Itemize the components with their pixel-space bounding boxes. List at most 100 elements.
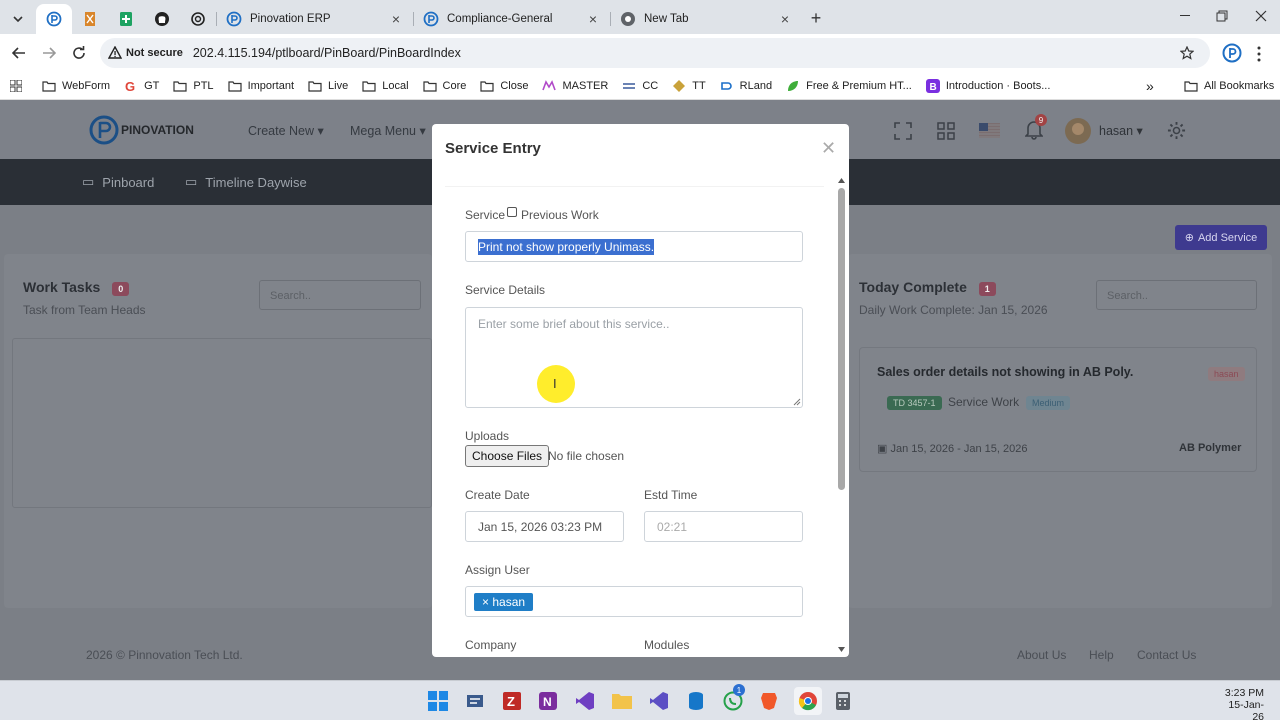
resize-handle-icon[interactable] <box>793 398 801 406</box>
tab-pinovation-erp[interactable]: Pinovation ERP × <box>216 4 413 34</box>
footer-contact-link[interactable]: Contact Us <box>1137 648 1196 662</box>
taskbar-whatsapp[interactable]: 1 <box>721 684 745 713</box>
work-tasks-search-input[interactable]: Search.. <box>259 280 421 310</box>
pinned-tab-sheets[interactable] <box>108 5 144 33</box>
bookmark-gt[interactable]: G GT <box>124 79 159 93</box>
bookmark-core[interactable]: Core <box>422 79 466 93</box>
brave-icon <box>761 693 777 710</box>
bookmark-important[interactable]: Important <box>227 79 294 93</box>
pinovation-extension-icon[interactable] <box>1222 43 1242 63</box>
bookmarks-overflow-button[interactable]: » <box>1146 78 1154 94</box>
start-button[interactable] <box>426 689 450 713</box>
bookmark-master[interactable]: MASTER <box>542 79 608 93</box>
work-tasks-card: Work Tasks 0 Task from Team Heads Search… <box>4 254 432 608</box>
pinned-tab-pinovation[interactable] <box>36 4 72 34</box>
modal-title: Service Entry <box>445 140 541 157</box>
taskbar-visual-studio[interactable] <box>573 689 597 713</box>
taskbar-brave[interactable] <box>757 689 781 713</box>
bookmark-live[interactable]: Live <box>308 79 348 93</box>
tab-close-icon[interactable]: × <box>778 11 792 27</box>
footer-help-link[interactable]: Help <box>1089 648 1114 662</box>
calendar-icon: ▣ <box>877 443 891 455</box>
scroll-up-icon[interactable] <box>837 176 846 184</box>
taskbar-filezilla[interactable]: Z <box>500 689 524 713</box>
bookmark-free-premium[interactable]: Free & Premium HT... <box>786 79 912 93</box>
taskbar-azure-data-studio[interactable] <box>684 689 708 713</box>
tab-close-icon[interactable]: × <box>586 11 600 27</box>
menu-mega-menu[interactable]: Mega Menu ▾ <box>350 123 426 138</box>
whatsapp-badge: 1 <box>733 684 745 696</box>
service-details-textarea[interactable]: Enter some brief about this service.. <box>465 307 803 408</box>
star-icon[interactable] <box>1180 46 1194 60</box>
pinned-tab-github[interactable] <box>144 5 180 33</box>
bookmark-introduction-bootstrap[interactable]: B Introduction · Boots... <box>925 78 1050 93</box>
taskbar-visual-studio-2[interactable] <box>647 689 671 713</box>
tab-new-tab[interactable]: New Tab × <box>610 4 802 34</box>
apps-grid-icon[interactable] <box>10 79 22 92</box>
tab-search-dropdown[interactable] <box>0 5 36 33</box>
fullscreen-icon[interactable] <box>894 122 912 140</box>
bookmark-cc[interactable]: CC <box>622 79 658 93</box>
scrollbar-thumb[interactable] <box>838 188 845 490</box>
url-text[interactable]: 202.4.115.194/ptlboard/PinBoard/PinBoard… <box>193 46 461 60</box>
gear-icon[interactable] <box>1167 121 1186 140</box>
taskbar-calculator[interactable] <box>831 689 855 713</box>
kebab-menu-icon[interactable] <box>1256 46 1262 62</box>
us-flag-icon[interactable] <box>979 123 1000 138</box>
bookmark-local[interactable]: Local <box>362 79 409 93</box>
system-clock[interactable]: 3:23 PM 15-Jan-26 <box>1218 687 1264 720</box>
today-complete-search-input[interactable]: Search.. <box>1096 280 1257 310</box>
pinned-tab-openai[interactable] <box>180 5 216 33</box>
create-date-label: Create Date <box>465 488 530 502</box>
bookmark-webform[interactable]: WebForm <box>42 79 110 93</box>
taskbar-chrome[interactable] <box>794 687 822 715</box>
tab-close-icon[interactable]: × <box>389 11 403 27</box>
user-menu[interactable]: hasan ▾ <box>1099 123 1143 138</box>
add-service-button[interactable]: ⊕ Add Service <box>1175 225 1267 250</box>
taskbar-sql-server[interactable] <box>463 689 487 713</box>
remove-chip-icon[interactable]: × <box>482 595 489 609</box>
user-name: hasan <box>1099 124 1134 138</box>
assigned-user-chip: × hasan <box>474 592 534 611</box>
scroll-down-icon[interactable] <box>837 646 846 654</box>
bookmark-rland[interactable]: RLand <box>720 79 772 93</box>
taskbar-onenote[interactable]: N <box>536 689 560 713</box>
taskbar-file-explorer[interactable] <box>610 689 634 713</box>
menu-create-new[interactable]: Create New ▾ <box>248 123 324 138</box>
security-label[interactable]: Not secure <box>126 47 183 59</box>
minimize-button[interactable] <box>1166 0 1204 32</box>
previous-work-checkbox[interactable] <box>507 207 517 217</box>
back-button[interactable] <box>4 38 34 68</box>
estd-time-input[interactable]: 02:21 <box>644 511 803 542</box>
visual-studio-icon <box>576 692 594 710</box>
windows-taskbar: Z N 1 3:23 PM 15-Jan-26 <box>0 680 1280 720</box>
bookmark-ptl[interactable]: PTL <box>173 79 214 93</box>
choose-files-button[interactable]: Choose Files <box>465 445 550 467</box>
menu-label: Mega Menu <box>350 124 417 138</box>
task-card[interactable]: Sales order details not showing in AB Po… <box>859 347 1257 472</box>
bookmark-tt[interactable]: TT <box>672 79 706 93</box>
window-close-button[interactable] <box>1242 0 1280 32</box>
modal-scrollbar[interactable] <box>835 176 848 656</box>
openai-favicon-icon <box>191 12 205 26</box>
assign-user-select[interactable]: × hasan <box>465 586 803 617</box>
bookmark-close[interactable]: Close <box>480 79 528 93</box>
all-bookmarks[interactable]: All Bookmarks <box>1184 79 1274 93</box>
forward-button[interactable] <box>34 38 64 68</box>
reload-button[interactable] <box>64 38 94 68</box>
nav-timeline-daywise[interactable]: ▭ Timeline Daywise <box>185 174 307 190</box>
nav-pinboard[interactable]: ▭ Pinboard <box>82 174 154 190</box>
omnibox[interactable]: Not secure 202.4.115.194/ptlboard/PinBoa… <box>100 38 1210 68</box>
service-label: Service <box>465 208 506 222</box>
apps-icon[interactable] <box>937 122 955 140</box>
modal-close-icon[interactable]: ✕ <box>821 138 836 159</box>
tab-compliance-general[interactable]: Compliance-General × <box>413 4 610 34</box>
pinned-tab-bookmark[interactable] <box>72 5 108 33</box>
avatar[interactable] <box>1065 118 1091 144</box>
create-date-input[interactable]: Jan 15, 2026 03:23 PM <box>465 511 624 542</box>
footer-about-link[interactable]: About Us <box>1017 648 1066 662</box>
restore-button[interactable] <box>1203 0 1241 32</box>
svg-text:B: B <box>929 82 936 93</box>
new-tab-button[interactable]: + <box>802 4 830 32</box>
service-input[interactable]: Print not show properly Unimass. <box>465 231 803 262</box>
